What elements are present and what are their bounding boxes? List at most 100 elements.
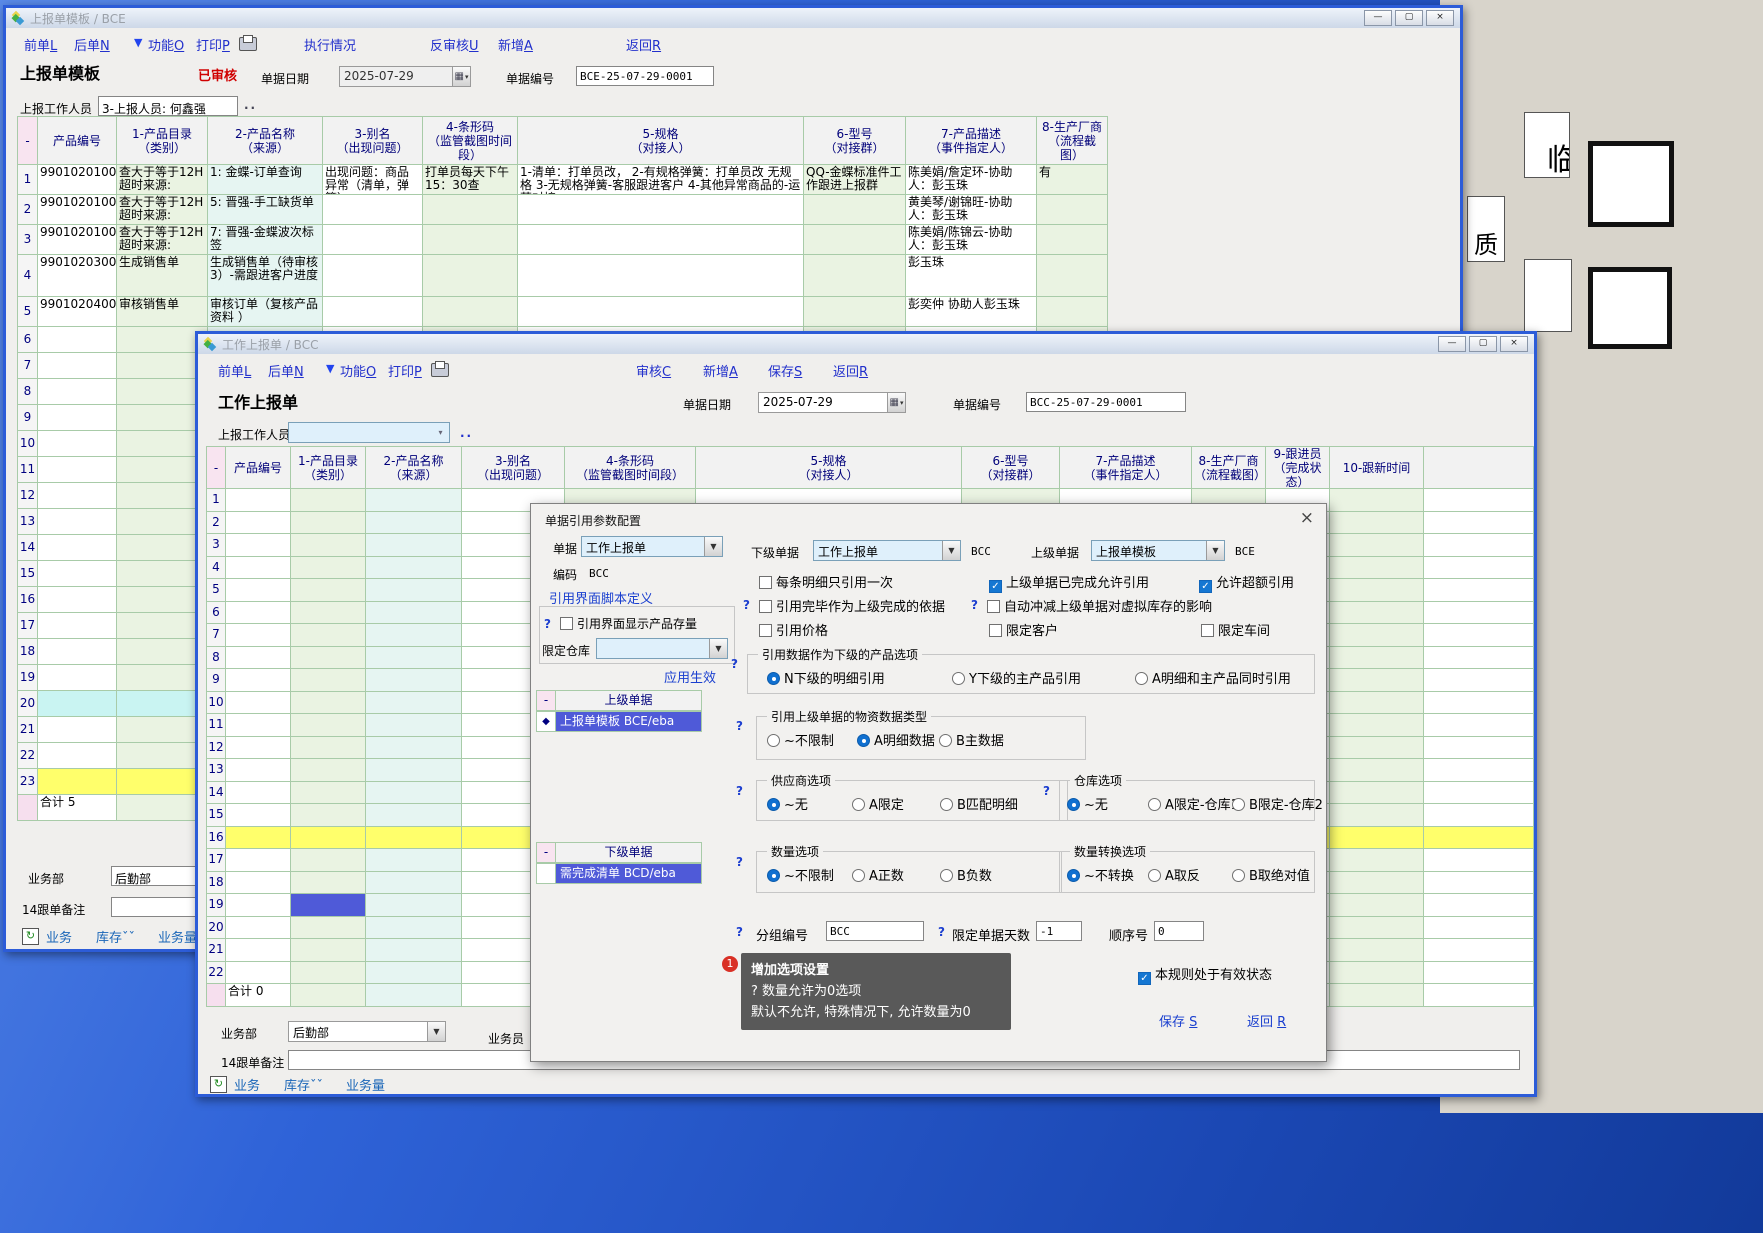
- bottom-link-1[interactable]: 业务: [46, 927, 72, 946]
- toolbar-print[interactable]: 打印P: [196, 35, 230, 54]
- table-cell[interactable]: [1330, 737, 1424, 760]
- window1-titlebar[interactable]: 上报单模板 / BCE — ▢ ×: [6, 8, 1460, 28]
- table-cell[interactable]: 1-清单：打单员改， 2-有规格弹簧：打单员改 无规格 3-无规格弹簧-客服跟进…: [518, 165, 804, 195]
- table-cell[interactable]: [1330, 534, 1424, 557]
- row-number-cell[interactable]: 4: [207, 557, 226, 580]
- table-cell[interactable]: 生成销售单（待审核3）-需跟进客户进度: [208, 255, 323, 297]
- table-cell[interactable]: [38, 587, 117, 613]
- table-cell[interactable]: [323, 195, 423, 225]
- help-icon[interactable]: ?: [736, 719, 743, 733]
- date-combo[interactable]: 2025-07-29 ▦▾: [339, 66, 471, 87]
- row-number-cell[interactable]: 9: [18, 405, 38, 431]
- radio-button[interactable]: [767, 672, 780, 685]
- table-cell[interactable]: [366, 579, 462, 602]
- row-number-cell[interactable]: 7: [18, 353, 38, 379]
- table-cell[interactable]: [366, 872, 462, 895]
- checkbox[interactable]: ✓: [1199, 580, 1212, 593]
- row-number-cell[interactable]: 15: [207, 804, 226, 827]
- table-header-cell[interactable]: 2-产品名称 （来源）: [366, 447, 462, 489]
- row-number-cell[interactable]: 3: [207, 534, 226, 557]
- table-cell[interactable]: [366, 759, 462, 782]
- table-cell[interactable]: [291, 624, 366, 647]
- radio-button[interactable]: [852, 869, 865, 882]
- table-cell[interactable]: 陈美娟/陈锦云-协助人：彭玉珠: [906, 225, 1037, 255]
- toolbar-new[interactable]: 新增A: [498, 35, 533, 54]
- table-cell[interactable]: [1424, 737, 1534, 760]
- table-cell[interactable]: [1424, 849, 1534, 872]
- table-cell[interactable]: 审核订单（复核产品资料 ）: [208, 297, 323, 327]
- radio-button[interactable]: [767, 869, 780, 882]
- row-number-cell[interactable]: 7: [207, 624, 226, 647]
- checkbox[interactable]: ✓: [989, 580, 1002, 593]
- table-cell[interactable]: 99010201006: [38, 195, 117, 225]
- warehouse-combo[interactable]: ▼: [596, 638, 728, 659]
- radio-option[interactable]: B取绝对值: [1232, 865, 1310, 884]
- table-cell[interactable]: [1330, 669, 1424, 692]
- radio-button[interactable]: [1148, 798, 1161, 811]
- table-header-cell[interactable]: 6-型号 （对接群）: [804, 117, 906, 165]
- row-number-cell[interactable]: 5: [207, 579, 226, 602]
- close-icon[interactable]: ×: [1300, 508, 1314, 528]
- check-rule-valid[interactable]: ✓本规则处于有效状态: [1138, 964, 1272, 985]
- table-cell[interactable]: [366, 737, 462, 760]
- row-number-cell[interactable]: 1: [207, 489, 226, 512]
- date-combo[interactable]: 2025-07-29 ▦▾: [758, 392, 906, 413]
- seq-input[interactable]: 0: [1154, 921, 1204, 941]
- dept-combo[interactable]: 后勤部 ▼: [288, 1021, 446, 1042]
- checkbox[interactable]: [759, 576, 772, 589]
- table-cell[interactable]: [226, 714, 291, 737]
- row-number-cell[interactable]: 13: [207, 759, 226, 782]
- table-cell[interactable]: [423, 255, 518, 297]
- row-number-cell[interactable]: 14: [18, 535, 38, 561]
- table-cell[interactable]: [518, 255, 804, 297]
- radio-button[interactable]: [939, 734, 952, 747]
- row-number-cell[interactable]: 20: [18, 691, 38, 717]
- table-cell[interactable]: [366, 714, 462, 737]
- table-cell[interactable]: [38, 691, 117, 717]
- table-cell[interactable]: 99010203003: [38, 255, 117, 297]
- table-cell[interactable]: [291, 512, 366, 535]
- table-cell[interactable]: [226, 782, 291, 805]
- table-header-cell[interactable]: 产品编号: [226, 447, 291, 489]
- toolbar-back[interactable]: 返回R: [626, 35, 661, 54]
- row-number-cell[interactable]: 10: [207, 692, 226, 715]
- toolbar-save[interactable]: 保存S: [768, 361, 802, 380]
- table-header-cell[interactable]: 2-产品名称 （来源）: [208, 117, 323, 165]
- maximize-button[interactable]: ▢: [1469, 336, 1497, 352]
- table-cell[interactable]: [1330, 849, 1424, 872]
- table-cell[interactable]: [1424, 759, 1534, 782]
- row-number-cell[interactable]: 20: [207, 917, 226, 940]
- table-header-cell[interactable]: 8-生产厂商 （流程截图）: [1037, 117, 1108, 165]
- window2-titlebar[interactable]: 工作上报单 / BCC — ▢ ×: [198, 334, 1534, 354]
- row-number-cell[interactable]: 4: [18, 255, 38, 297]
- table-cell[interactable]: 合计 5: [38, 795, 117, 821]
- table-header-cell[interactable]: 5-规格 （对接人）: [518, 117, 804, 165]
- table-cell[interactable]: 1: 金蝶-订单查询: [208, 165, 323, 195]
- upper-doc-combo[interactable]: 上报单模板 ▼: [1091, 540, 1225, 561]
- row-number-cell[interactable]: 2: [18, 195, 38, 225]
- row-number-cell[interactable]: 12: [18, 483, 38, 509]
- table-cell[interactable]: 99010201001: [38, 165, 117, 195]
- table-header-cell[interactable]: -: [18, 117, 38, 165]
- table-cell[interactable]: [1037, 255, 1108, 297]
- table-cell[interactable]: [1330, 917, 1424, 940]
- calendar-dropdown-icon[interactable]: ▦▾: [452, 67, 470, 86]
- row-number-cell[interactable]: 5: [18, 297, 38, 327]
- table-cell[interactable]: [1424, 489, 1534, 512]
- table-header-cell[interactable]: 4-条形码 （监管截图时间段）: [565, 447, 696, 489]
- row-number-cell[interactable]: 13: [18, 509, 38, 535]
- table-header-cell[interactable]: 9-跟进员 （完成状态）: [1266, 447, 1330, 489]
- check-ref-complete-basis[interactable]: 引用完毕作为上级完成的依据: [759, 596, 945, 615]
- minimize-button[interactable]: —: [1438, 336, 1466, 352]
- row-number-cell[interactable]: 22: [207, 962, 226, 985]
- table-header-cell[interactable]: 1-产品目录 （类别）: [117, 117, 208, 165]
- minimize-button[interactable]: —: [1364, 10, 1392, 26]
- table-cell[interactable]: [291, 692, 366, 715]
- table-cell[interactable]: [323, 297, 423, 327]
- table-cell[interactable]: [366, 669, 462, 692]
- bottom-link-2[interactable]: 库存ˇˇ: [284, 1075, 323, 1094]
- table-cell[interactable]: [226, 669, 291, 692]
- days-limit-input[interactable]: -1: [1036, 921, 1082, 941]
- radio-button[interactable]: [767, 734, 780, 747]
- row-number-cell[interactable]: 2: [207, 512, 226, 535]
